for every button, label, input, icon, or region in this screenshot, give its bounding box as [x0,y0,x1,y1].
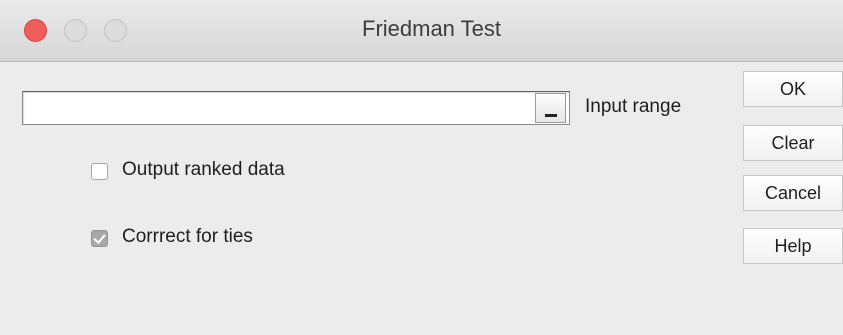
cancel-button[interactable]: Cancel [743,175,843,211]
range-selector-icon[interactable] [535,93,566,123]
title-bar[interactable]: Friedman Test [0,0,843,62]
window-title: Friedman Test [362,16,501,41]
friedman-test-dialog: Friedman Test Input range Output ranked … [0,0,843,335]
correct-for-ties-label[interactable]: Corrrect for ties [122,226,253,248]
correct-for-ties-checkbox[interactable] [91,230,108,247]
input-range-label: Input range [585,96,682,117]
output-ranked-data-label[interactable]: Output ranked data [122,159,285,181]
clear-button[interactable]: Clear [743,125,843,161]
output-ranked-data-checkbox[interactable] [91,163,108,180]
input-range-field[interactable] [22,91,570,125]
ok-button[interactable]: OK [743,71,843,107]
help-button[interactable]: Help [743,228,843,264]
